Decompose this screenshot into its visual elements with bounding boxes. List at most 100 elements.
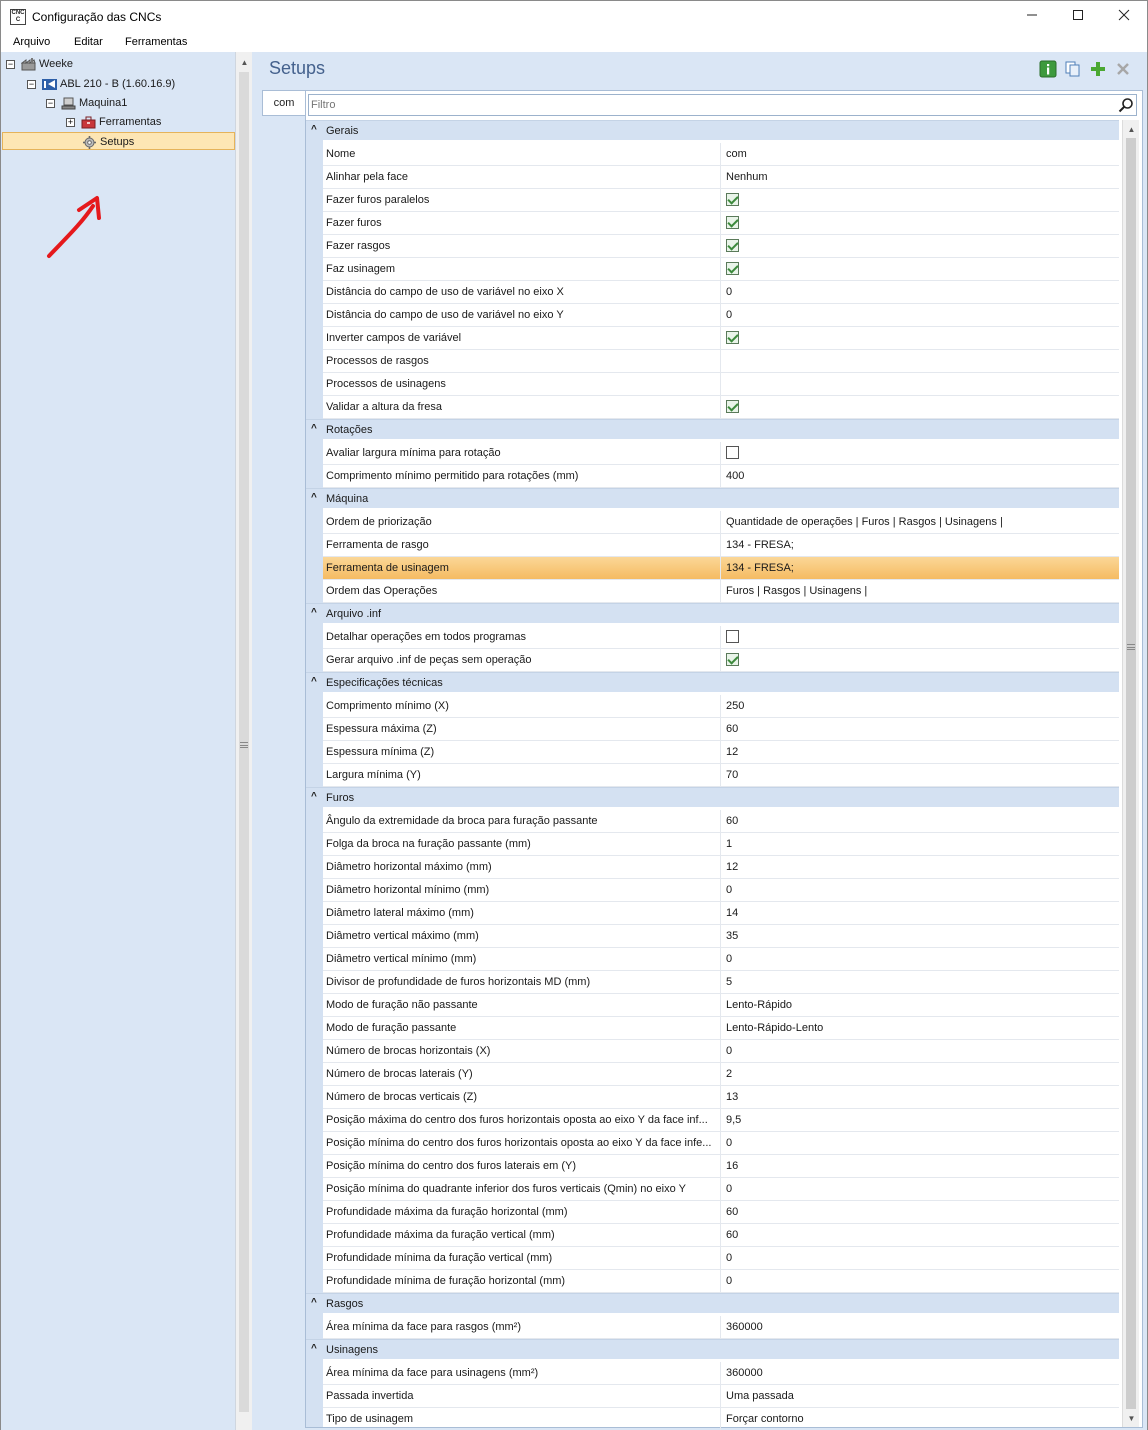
property-row[interactable]: Posição mínima do centro dos furos horiz… — [323, 1132, 1119, 1155]
checkbox-checked[interactable] — [726, 215, 739, 229]
tree-item-maquina1[interactable]: − Maquina1 — [46, 94, 127, 112]
property-value[interactable] — [723, 373, 1119, 395]
close-window-button[interactable] — [1101, 1, 1147, 32]
property-value[interactable]: 14 — [723, 902, 1119, 924]
property-row[interactable]: Largura mínima (Y) 70 — [323, 764, 1119, 787]
property-value[interactable]: 0 — [723, 1247, 1119, 1269]
property-value[interactable]: 250 — [723, 695, 1119, 717]
property-value[interactable] — [723, 442, 1119, 464]
property-value[interactable]: 13 — [723, 1086, 1119, 1108]
checkbox-unchecked[interactable] — [726, 629, 739, 643]
property-value[interactable]: Uma passada — [723, 1385, 1119, 1407]
property-value[interactable]: 134 - FRESA; — [723, 557, 1119, 579]
property-value[interactable] — [723, 649, 1119, 671]
property-row[interactable]: Posição mínima do quadrante inferior dos… — [323, 1178, 1119, 1201]
property-value[interactable]: 0 — [723, 1178, 1119, 1200]
property-row[interactable]: Distância do campo de uso de variável no… — [323, 281, 1119, 304]
property-value[interactable]: 0 — [723, 1270, 1119, 1292]
property-value[interactable]: 134 - FRESA; — [723, 534, 1119, 556]
checkbox-checked[interactable] — [726, 192, 739, 206]
property-row[interactable]: Comprimento mínimo permitido para rotaçõ… — [323, 465, 1119, 488]
property-row[interactable]: Folga da broca na furação passante (mm) 1 — [323, 833, 1119, 856]
minimize-button[interactable] — [1009, 1, 1055, 32]
expand-icon[interactable]: + — [66, 117, 75, 127]
scroll-up-icon[interactable]: ▲ — [1123, 121, 1140, 138]
property-row[interactable]: Ferramenta de usinagem 134 - FRESA; — [323, 557, 1119, 580]
property-row[interactable]: Ângulo da extremidade da broca para fura… — [323, 810, 1119, 833]
property-value[interactable]: 0 — [723, 879, 1119, 901]
property-row[interactable]: Profundidade máxima da furação vertical … — [323, 1224, 1119, 1247]
property-row[interactable]: Ordem das Operações Furos | Rasgos | Usin… — [323, 580, 1119, 603]
property-value[interactable]: com — [723, 143, 1119, 165]
property-value[interactable]: 360000 — [723, 1316, 1119, 1338]
collapse-icon[interactable]: − — [6, 59, 15, 69]
property-row[interactable]: Nome com — [323, 143, 1119, 166]
grid-scroll-thumb[interactable] — [1126, 138, 1136, 1409]
category-row[interactable]: ^ Usinagens — [306, 1339, 1119, 1359]
delete-icon[interactable] — [1114, 60, 1132, 78]
property-value[interactable]: 5 — [723, 971, 1119, 993]
scroll-up-icon[interactable]: ▲ — [236, 54, 253, 71]
category-row[interactable]: ^ Furos — [306, 787, 1119, 807]
property-value[interactable]: 400 — [723, 465, 1119, 487]
category-row[interactable]: ^ Rotações — [306, 419, 1119, 439]
property-row[interactable]: Área mínima da face para usinagens (mm²)… — [323, 1362, 1119, 1385]
property-value[interactable]: 12 — [723, 856, 1119, 878]
property-row[interactable]: Espessura máxima (Z) 60 — [323, 718, 1119, 741]
property-row[interactable]: Modo de furação não passante Lento-Rápido — [323, 994, 1119, 1017]
checkbox-unchecked[interactable] — [726, 445, 739, 459]
tree-item-weeke[interactable]: − Weeke — [6, 55, 73, 73]
add-icon[interactable] — [1089, 60, 1107, 78]
collapse-caret-icon[interactable]: ^ — [311, 791, 317, 802]
property-value[interactable]: 35 — [723, 925, 1119, 947]
category-row[interactable]: ^ Gerais — [306, 120, 1119, 140]
property-value[interactable]: 60 — [723, 1224, 1119, 1246]
property-row[interactable]: Número de brocas verticais (Z) 13 — [323, 1086, 1119, 1109]
property-value[interactable] — [723, 258, 1119, 280]
category-row[interactable]: ^ Arquivo .inf — [306, 603, 1119, 623]
filter-input[interactable] — [311, 96, 1111, 114]
property-row[interactable]: Modo de furação passante Lento-Rápido-Len… — [323, 1017, 1119, 1040]
property-row[interactable]: Distância do campo de uso de variável no… — [323, 304, 1119, 327]
property-row[interactable]: Diâmetro vertical máximo (mm) 35 — [323, 925, 1119, 948]
property-row[interactable]: Processos de usinagens — [323, 373, 1119, 396]
property-row[interactable]: Profundidade máxima da furação horizonta… — [323, 1201, 1119, 1224]
property-value[interactable]: 0 — [723, 281, 1119, 303]
property-value[interactable]: 0 — [723, 948, 1119, 970]
property-row[interactable]: Alinhar pela face Nenhum — [323, 166, 1119, 189]
property-row[interactable]: Comprimento mínimo (X) 250 — [323, 695, 1119, 718]
collapse-caret-icon[interactable]: ^ — [311, 492, 317, 503]
property-row[interactable]: Gerar arquivo .inf de peças sem operação — [323, 649, 1119, 672]
property-row[interactable]: Passada invertida Uma passada — [323, 1385, 1119, 1408]
property-row[interactable]: Diâmetro lateral máximo (mm) 14 — [323, 902, 1119, 925]
property-value[interactable]: 0 — [723, 1132, 1119, 1154]
property-row[interactable]: Profundidade mínima da furação vertical … — [323, 1247, 1119, 1270]
property-value[interactable]: Furos | Rasgos | Usinagens | — [723, 580, 1119, 602]
property-row[interactable]: Faz usinagem — [323, 258, 1119, 281]
category-row[interactable]: ^ Máquina — [306, 488, 1119, 508]
checkbox-checked[interactable] — [726, 261, 739, 275]
property-value[interactable] — [723, 212, 1119, 234]
property-value[interactable] — [723, 327, 1119, 349]
property-value[interactable] — [723, 350, 1119, 372]
tree-item-ferramentas[interactable]: + Ferramentas — [66, 113, 161, 131]
property-row[interactable]: Profundidade mínima de furação horizonta… — [323, 1270, 1119, 1293]
property-value[interactable]: Lento-Rápido-Lento — [723, 1017, 1119, 1039]
collapse-caret-icon[interactable]: ^ — [311, 124, 317, 135]
property-value[interactable]: 0 — [723, 1040, 1119, 1062]
grid-scrollbar[interactable]: ▲ ▼ — [1122, 120, 1139, 1427]
menu-editar[interactable]: Editar — [74, 36, 103, 48]
property-row[interactable]: Tipo de usinagem Forçar contorno — [323, 1408, 1119, 1430]
property-value[interactable] — [723, 235, 1119, 257]
property-row[interactable]: Posição mínima do centro dos furos later… — [323, 1155, 1119, 1178]
property-row[interactable]: Ordem de priorização Quantidade de operaç… — [323, 511, 1119, 534]
property-value[interactable]: 60 — [723, 718, 1119, 740]
property-value[interactable]: 0 — [723, 304, 1119, 326]
property-value[interactable]: Forçar contorno — [723, 1408, 1119, 1430]
filter-box[interactable] — [308, 94, 1137, 116]
property-row[interactable]: Área mínima da face para rasgos (mm²) 360… — [323, 1316, 1119, 1339]
property-row[interactable]: Ferramenta de rasgo 134 - FRESA; — [323, 534, 1119, 557]
property-value[interactable]: Quantidade de operações | Furos | Rasgos… — [723, 511, 1119, 533]
property-row[interactable]: Processos de rasgos — [323, 350, 1119, 373]
checkbox-checked[interactable] — [726, 238, 739, 252]
